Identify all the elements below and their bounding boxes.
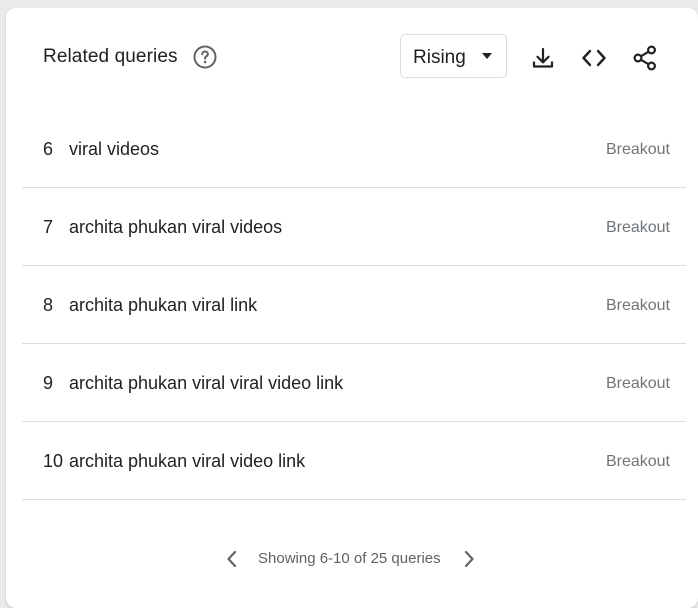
chevron-left-icon[interactable] <box>222 548 242 570</box>
queries-list: 6 viral videos Breakout 7 archita phukan… <box>22 110 686 500</box>
table-row[interactable]: 8 archita phukan viral link Breakout <box>22 266 686 344</box>
dropdown-selected-value: Rising <box>413 47 466 68</box>
row-rank: 8 <box>43 295 54 315</box>
row-rank: 7 <box>43 217 54 237</box>
card-header: Related queries Rising <box>6 8 698 108</box>
row-value: Breakout <box>605 297 670 314</box>
row-value: Breakout <box>605 141 670 158</box>
row-rank: 10 <box>43 451 64 471</box>
card-title: Related queries <box>43 46 178 67</box>
help-circle-icon[interactable] <box>193 45 217 69</box>
query-link[interactable]: archita phukan viral videos <box>69 217 282 238</box>
caret-down-icon <box>482 53 492 59</box>
row-value: Breakout <box>605 219 670 236</box>
query-link[interactable]: archita phukan viral viral video link <box>69 373 343 394</box>
chevron-right-icon[interactable] <box>459 548 479 570</box>
query-link[interactable]: archita phukan viral link <box>69 295 257 316</box>
row-rank: 9 <box>43 373 54 393</box>
rising-dropdown[interactable]: Rising <box>400 34 507 78</box>
download-icon[interactable] <box>527 42 559 74</box>
share-icon[interactable] <box>629 42 661 74</box>
table-row[interactable]: 9 archita phukan viral viral video link … <box>22 344 686 422</box>
query-link[interactable]: viral videos <box>69 139 159 160</box>
pagination: Showing 6-10 of 25 queries <box>6 544 698 574</box>
table-row[interactable]: 7 archita phukan viral videos Breakout <box>22 188 686 266</box>
table-row[interactable]: 10 archita phukan viral video link Break… <box>22 422 686 500</box>
query-link[interactable]: archita phukan viral video link <box>69 451 305 472</box>
row-rank: 6 <box>43 139 54 159</box>
row-value: Breakout <box>605 453 670 470</box>
related-queries-card: Related queries Rising 6 viral videos Br… <box>6 8 698 608</box>
embed-code-icon[interactable] <box>578 42 610 74</box>
pagination-status: Showing 6-10 of 25 queries <box>258 550 441 567</box>
row-value: Breakout <box>605 375 670 392</box>
table-row[interactable]: 6 viral videos Breakout <box>22 110 686 188</box>
